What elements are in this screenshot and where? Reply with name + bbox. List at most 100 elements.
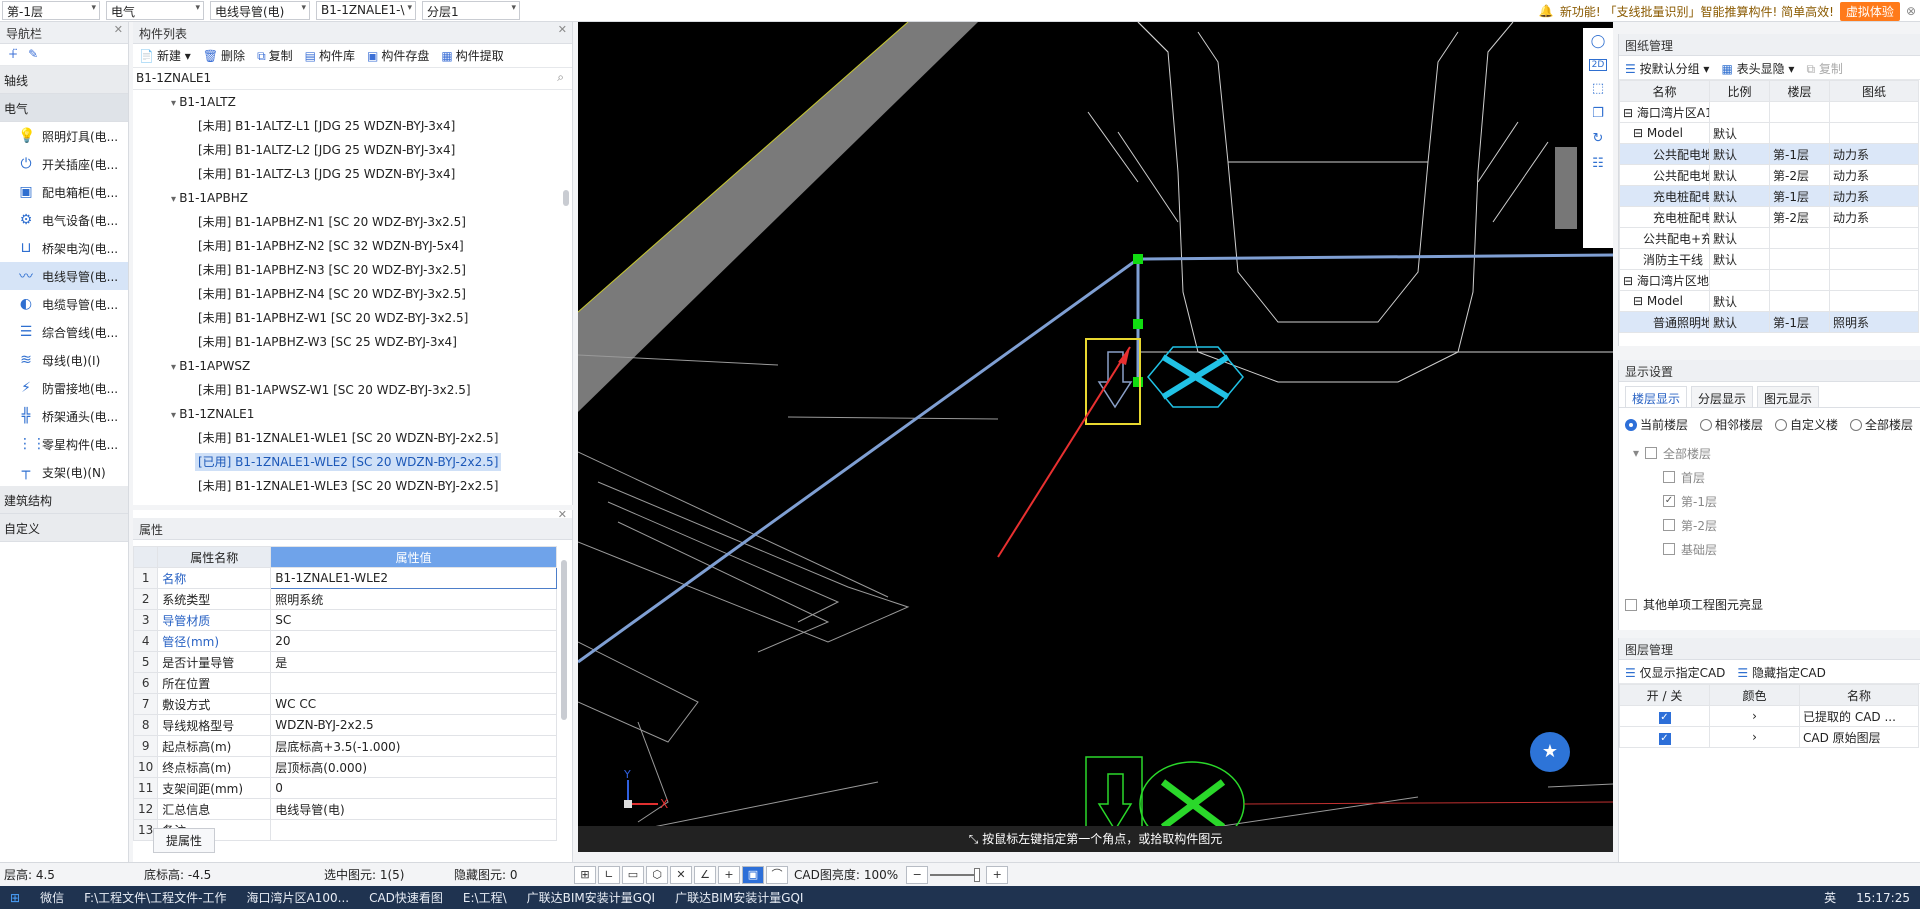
rotate-icon[interactable]: ↻ bbox=[1593, 131, 1604, 146]
nav-item-tray-fitting[interactable]: ╬ 桥架通头(电... bbox=[0, 402, 128, 430]
drawing-row[interactable]: 公共配电+充...默认 bbox=[1619, 227, 1919, 249]
cad-canvas[interactable]: X Y ◯ 2D ⬚ ❐ ↻ ☷ ★ ⤡ 按鼠标左键指定第一个角点，或拾取构件图… bbox=[578, 22, 1613, 852]
insert-point-icon[interactable]: + bbox=[718, 865, 740, 884]
cube-view-icon[interactable]: ⬚ bbox=[1592, 81, 1604, 96]
3d-box-icon[interactable]: ⬡ bbox=[646, 865, 668, 884]
floor-select[interactable]: 第-1层 ▾ bbox=[2, 1, 100, 20]
radio-custom-floors[interactable]: 自定义楼 bbox=[1775, 416, 1838, 433]
floor-tree-item[interactable]: ✓ 第-1层 bbox=[1633, 489, 1920, 513]
zoom-in-icon[interactable]: + bbox=[986, 865, 1009, 884]
nav-item-busbar[interactable]: ≋ 母线(电)(I) bbox=[0, 346, 128, 374]
property-value[interactable]: 20 bbox=[270, 630, 557, 652]
nav-item-wire-conduit[interactable]: 〰电线导管(电... bbox=[0, 262, 128, 290]
windows-start-icon[interactable]: ⊞ bbox=[0, 891, 30, 905]
settings-list-icon[interactable]: ☷ bbox=[1592, 156, 1604, 171]
tree-item[interactable]: [未用] B1-1APBHZ-N3 [SC 20 WDZ-BYJ-3x2.5] bbox=[133, 258, 572, 282]
radio-current-floor[interactable]: 当前楼层 bbox=[1625, 416, 1688, 433]
property-value[interactable]: SC bbox=[270, 609, 557, 631]
cross-icon[interactable]: ✕ bbox=[670, 865, 692, 884]
property-value[interactable] bbox=[270, 819, 557, 841]
tree-item[interactable]: [未用] B1-1ZNALE1-WLE3 [SC 20 WDZN-BYJ-2x2… bbox=[133, 474, 572, 498]
nav-category-electric[interactable]: 电气 bbox=[0, 94, 128, 122]
copy-drawing-button[interactable]: ⧉ 复制 bbox=[1806, 60, 1842, 76]
drawing-row[interactable]: 公共配电地...默认第-1层动力系 bbox=[1619, 143, 1919, 165]
selected-conduit[interactable] bbox=[578, 253, 1613, 664]
property-row[interactable]: 8 导线规格型号 WDZN-BYJ-2x2.5 bbox=[132, 714, 557, 736]
floor-tree-item[interactable]: 基础层 bbox=[1633, 537, 1920, 561]
component-search[interactable]: B1-1ZNALE1 ⌕ bbox=[133, 68, 572, 90]
zoom-out-icon[interactable]: − bbox=[906, 865, 929, 884]
drawing-row[interactable]: ⊟ 海口湾片区地下... bbox=[1619, 269, 1919, 291]
taskbar-app[interactable]: E:\工程\ bbox=[453, 889, 517, 906]
input-language[interactable]: 英 bbox=[1814, 889, 1846, 906]
tree-item[interactable]: [未用] B1-1APBHZ-N2 [SC 32 WDZN-BYJ-5x4] bbox=[133, 234, 572, 258]
property-row[interactable]: 5 是否计量导管是 bbox=[132, 651, 557, 673]
drawing-row[interactable]: 充电桩配电...默认第-1层动力系 bbox=[1619, 185, 1919, 207]
property-row[interactable]: 7 敷设方式 WC CC bbox=[132, 693, 557, 715]
property-value[interactable]: 层底标高+3.5(-1.000) bbox=[270, 735, 557, 757]
add-icon[interactable]: +̈ bbox=[8, 47, 18, 62]
copy-button[interactable]: ⧉ 复制 bbox=[257, 47, 293, 64]
close-icon[interactable]: ✕ bbox=[114, 23, 123, 36]
drawing-row[interactable]: 公共配电地...默认第-2层动力系 bbox=[1619, 164, 1919, 186]
view-2d-button[interactable]: 2D bbox=[1588, 59, 1608, 71]
highlight-other-projects[interactable]: 其他单项工程图元亮显 bbox=[1625, 596, 1763, 613]
component-name-select[interactable]: B1-1ZNALE1-\ ▾ bbox=[316, 1, 416, 20]
radio-adjacent-floors[interactable]: 相邻楼层 bbox=[1700, 416, 1763, 433]
property-row[interactable]: 3 导管材质 SC bbox=[132, 609, 557, 631]
edit-icon[interactable]: ✎ bbox=[28, 47, 38, 62]
grip-point[interactable] bbox=[1133, 254, 1143, 264]
taskbar-app[interactable]: CAD快速看图 bbox=[359, 889, 453, 906]
ortho-icon[interactable]: ∟ bbox=[598, 865, 620, 884]
new-button[interactable]: 📄 新建 ▾ bbox=[139, 47, 191, 64]
nav-item-cable-tray[interactable]: ⊔ 桥架电沟(电... bbox=[0, 234, 128, 262]
floor-tree-item[interactable]: 第-2层 bbox=[1633, 513, 1920, 537]
nav-category-axis[interactable]: 轴线 bbox=[0, 66, 128, 94]
tree-group[interactable]: B1-1APBHZ bbox=[133, 186, 572, 210]
checkbox[interactable] bbox=[1663, 519, 1675, 531]
save-component-button[interactable]: ▣ 构件存盘 bbox=[367, 47, 429, 64]
tree-item[interactable]: [未用] B1-1ALTZ-L1 [JDG 25 WDZN-BYJ-3x4] bbox=[133, 114, 572, 138]
scrollbar-thumb[interactable] bbox=[563, 190, 569, 206]
library-button[interactable]: ▤ 构件库 bbox=[305, 47, 355, 64]
checkbox[interactable]: ✓ bbox=[1663, 495, 1675, 507]
property-value[interactable]: 照明系统 bbox=[270, 588, 557, 610]
grip-point[interactable] bbox=[1133, 377, 1143, 387]
tree-item[interactable]: [未用] B1-1APBHZ-W3 [SC 25 WDZ-BYJ-3x4] bbox=[133, 330, 572, 354]
property-row[interactable]: 10 终点标高(m) 层顶标高(0.000) bbox=[132, 756, 557, 778]
nav-category-building[interactable]: 建筑结构 bbox=[0, 486, 128, 514]
angle-icon[interactable]: ∠ bbox=[694, 865, 716, 884]
property-value[interactable]: 是 bbox=[270, 651, 557, 673]
layer-color-cell[interactable]: › bbox=[1709, 705, 1800, 727]
checkbox[interactable]: ✓ bbox=[1658, 711, 1671, 724]
tree-item[interactable]: [未用] B1-1APWSZ-W1 [SC 20 WDZ-BYJ-3x2.5] bbox=[133, 378, 572, 402]
slider-thumb[interactable] bbox=[974, 867, 981, 882]
tree-group[interactable]: B1-1ALTZ bbox=[133, 90, 572, 114]
checkbox[interactable] bbox=[1663, 543, 1675, 555]
property-value[interactable]: 0 bbox=[270, 777, 557, 799]
drawing-row[interactable]: ⊟ 海口湾片区A100... bbox=[1619, 101, 1919, 123]
layer-row[interactable]: ✓ › 已提取的 CAD ... bbox=[1619, 705, 1919, 727]
drawing-row[interactable]: 充电桩配电...默认第-2层动力系 bbox=[1619, 206, 1919, 228]
property-row[interactable]: 6 所在位置 bbox=[132, 672, 557, 694]
checkbox[interactable]: ✓ bbox=[1658, 732, 1671, 745]
tree-item[interactable]: [未用] B1-1ALTZ-L3 [JDG 25 WDZN-BYJ-3x4] bbox=[133, 162, 572, 186]
floor-tree-root[interactable]: ▾ 全部楼层 bbox=[1633, 441, 1920, 465]
drawing-row[interactable]: ⊟ Model 默认 bbox=[1619, 122, 1919, 144]
extract-properties-button[interactable]: 提属性 bbox=[153, 828, 216, 853]
checkbox[interactable] bbox=[1625, 598, 1637, 611]
drawing-row[interactable]: ⊟ Model 默认 bbox=[1619, 290, 1919, 312]
tree-item[interactable]: [未用] B1-1APBHZ-N4 [SC 20 WDZ-BYJ-3x2.5] bbox=[133, 282, 572, 306]
cad-view-icon[interactable]: ▣ bbox=[742, 865, 764, 884]
column-visibility-button[interactable]: ▦ 表头显隐 ▾ bbox=[1721, 60, 1794, 76]
discipline-select[interactable]: 电气 ▾ bbox=[106, 1, 204, 20]
close-icon[interactable]: ✕ bbox=[558, 23, 567, 36]
nav-item-lamp[interactable]: 💡 照明灯具(电... bbox=[0, 122, 128, 150]
taskbar-app[interactable]: 微信 bbox=[30, 889, 74, 906]
nav-item-lightning[interactable]: ⚡ 防雷接地(电... bbox=[0, 374, 128, 402]
promo-try-button[interactable]: 虚拟体验 bbox=[1839, 1, 1900, 21]
tree-item[interactable]: [未用] B1-1ZNALE1-WLE1 [SC 20 WDZN-BYJ-2x2… bbox=[133, 426, 572, 450]
tab-element-display[interactable]: 图元显示 bbox=[1757, 386, 1820, 407]
close-icon[interactable]: ✕ bbox=[558, 508, 567, 521]
property-row[interactable]: 2 系统类型 照明系统 bbox=[132, 588, 557, 610]
